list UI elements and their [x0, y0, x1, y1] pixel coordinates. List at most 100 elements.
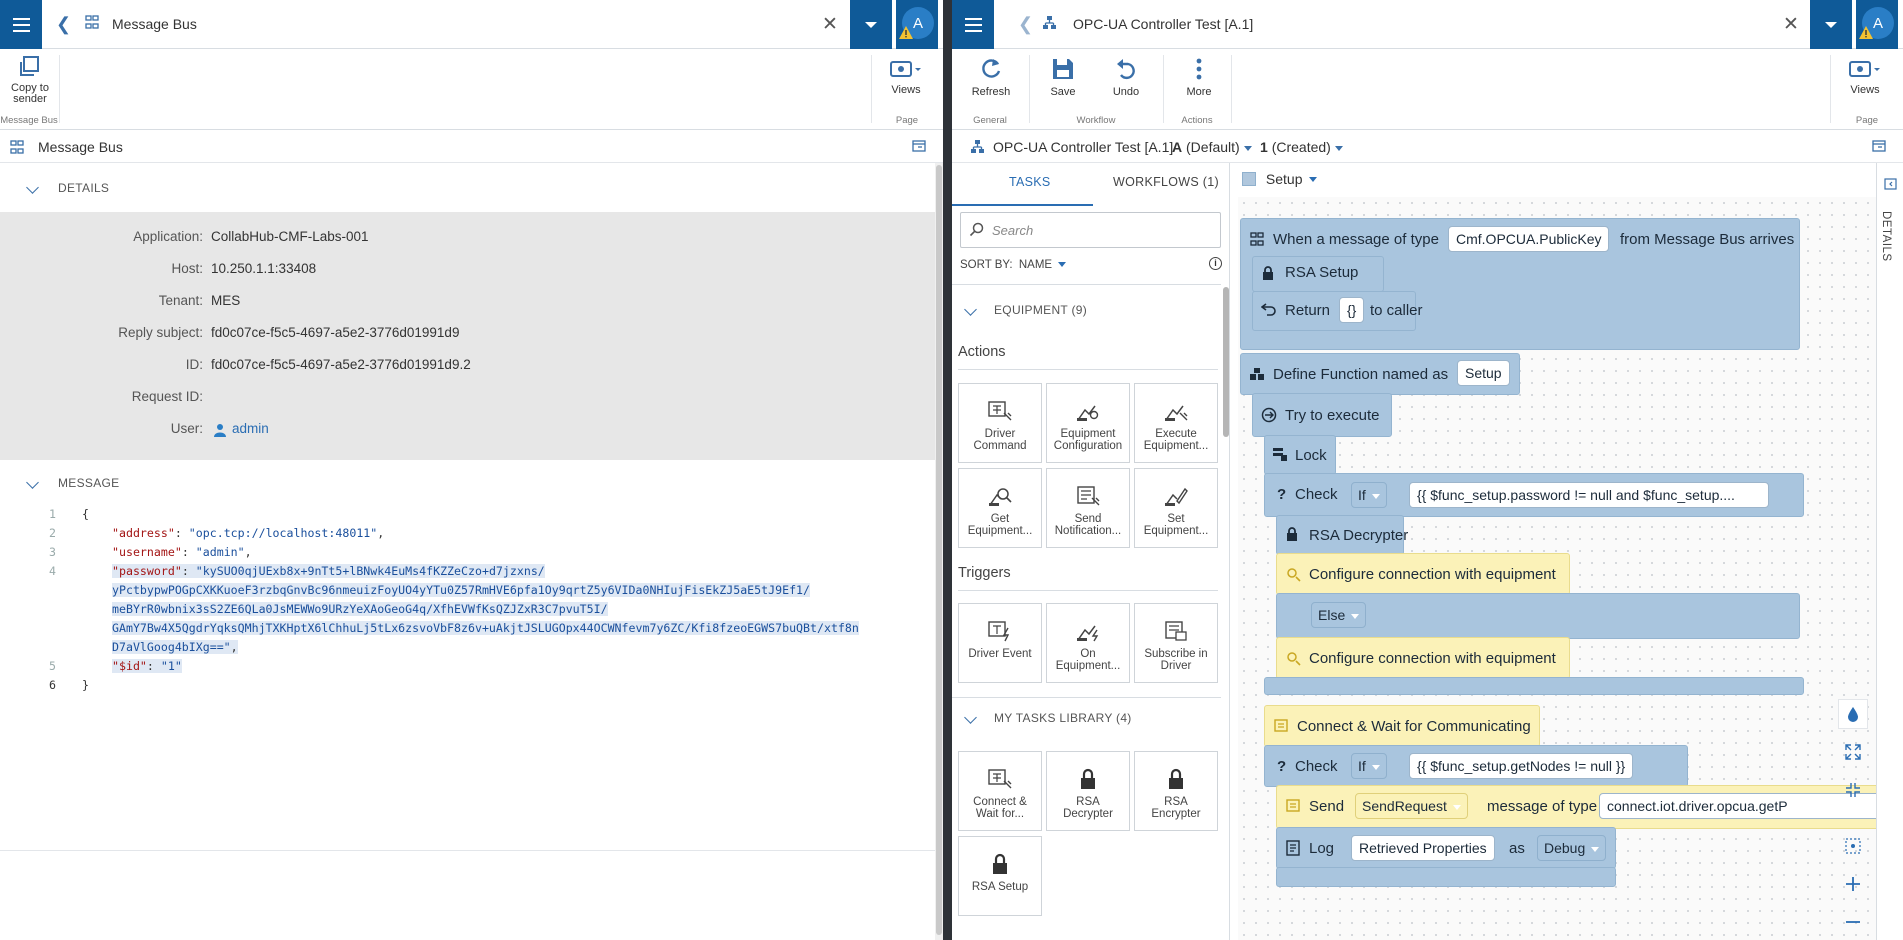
check-block-footer	[1264, 677, 1804, 695]
rsa-setup-block[interactable]: RSA Setup	[1252, 256, 1384, 292]
sidebar-scrollbar[interactable]	[1223, 287, 1229, 437]
workflow-canvas[interactable]: When a message of type Cmf.OPCUA.PublicK…	[1238, 197, 1876, 940]
task-tile-driver-event[interactable]: Driver Event	[958, 603, 1042, 683]
else-block[interactable]: Else	[1276, 593, 1800, 639]
expand-button[interactable]	[1838, 737, 1868, 767]
rsa-decrypter-block[interactable]: RSA Decrypter	[1276, 515, 1408, 555]
copy-to-sender-button[interactable]: Copy to sender	[0, 53, 60, 105]
close-icon[interactable]: ✕	[1783, 13, 1799, 36]
panel-toggle-icon[interactable]	[1884, 178, 1897, 193]
color-tool-button[interactable]	[1838, 699, 1868, 729]
function-name-field[interactable]: Setup	[1457, 360, 1510, 386]
block-text: Configure connection with equipment	[1309, 650, 1556, 667]
views-button[interactable]: Views	[876, 58, 936, 96]
task-tile-set-equipment[interactable]: Set Equipment...	[1134, 468, 1218, 548]
task-tile-subscribe-in-driver[interactable]: Subscribe in Driver	[1134, 603, 1218, 683]
condition-dropdown[interactable]: If	[1351, 482, 1387, 508]
lock-block[interactable]: Lock	[1264, 435, 1336, 475]
task-tile-rsa-encrypter[interactable]: RSA Encrypter	[1134, 751, 1218, 831]
details-rail[interactable]: DETAILS	[1876, 163, 1903, 940]
version-selector[interactable]: A (Default)	[1172, 139, 1252, 155]
ribbon-separator	[1830, 55, 1831, 123]
log-message-field[interactable]: Retrieved Properties	[1351, 835, 1495, 861]
check-block[interactable]: ? Check If {{ $func_setup.getNodes != nu…	[1264, 745, 1688, 787]
panel-toggle-icon[interactable]	[912, 140, 926, 155]
refresh-button[interactable]: Refresh	[961, 54, 1021, 98]
version-value: A	[1172, 139, 1183, 155]
log-level-dropdown[interactable]: Debug	[1537, 835, 1607, 861]
task-tile-equipment-configuration[interactable]: Equipment Configuration	[1046, 383, 1130, 463]
message-type-field[interactable]: Cmf.OPCUA.PublicKey	[1448, 226, 1610, 252]
task-tile-on-equipment[interactable]: On Equipment...	[1046, 603, 1130, 683]
ribbon-group-actions: Actions	[1181, 115, 1213, 126]
menu-icon[interactable]	[952, 0, 994, 49]
message-section-header[interactable]: MESSAGE	[0, 476, 300, 492]
back-icon[interactable]: ❮	[56, 14, 71, 35]
condition-expression-field[interactable]: {{ $func_setup.password != null and $fun…	[1409, 482, 1769, 508]
block-text: to caller	[1370, 302, 1423, 319]
details-section-header[interactable]: DETAILS	[0, 181, 300, 197]
get-equipment-icon	[989, 488, 1012, 506]
views-button[interactable]: Views	[1835, 58, 1895, 96]
condition-dropdown[interactable]: If	[1351, 753, 1387, 779]
else-dropdown[interactable]: Else	[1311, 602, 1367, 628]
zoom-in-button[interactable]	[1838, 869, 1868, 899]
code-string: "opc.tcp://localhost:48011"	[188, 526, 378, 540]
configure-connection-block[interactable]: Configure connection with equipment	[1276, 553, 1570, 595]
tile-label: Driver	[984, 428, 1016, 440]
task-tile-get-equipment[interactable]: Get Equipment...	[958, 468, 1042, 548]
task-tile-rsa-setup[interactable]: RSA Setup	[958, 836, 1042, 916]
tasks-library-section-header[interactable]: MY TASKS LIBRARY (4)	[952, 711, 1212, 727]
return-block[interactable]: Return {} to caller	[1252, 291, 1423, 331]
detail-row: ID: fd0c07ce-f5c5-4697-a5e2-3776d01991d9.…	[0, 357, 935, 377]
task-tile-send-notification[interactable]: Send Notification...	[1046, 468, 1130, 548]
check-block[interactable]: ? Check If {{ $func_setup.password != nu…	[1264, 473, 1804, 517]
send-mode-dropdown[interactable]: SendRequest	[1355, 793, 1468, 819]
collapse-button[interactable]	[1838, 775, 1868, 805]
back-icon[interactable]: ❮	[1018, 14, 1033, 35]
zoom-out-button[interactable]	[1838, 907, 1868, 937]
log-block[interactable]: Log Retrieved Properties as Debug	[1276, 827, 1616, 869]
menu-icon[interactable]	[0, 0, 42, 49]
left-scrollbar-thumb[interactable]	[936, 165, 942, 935]
undo-button[interactable]: Undo	[1096, 54, 1156, 98]
pane-dropdown-button[interactable]	[850, 0, 892, 49]
tab-workflows[interactable]: WORKFLOWS (1)	[1113, 175, 1219, 189]
task-tile-execute-equipment[interactable]: Execute Equipment...	[1134, 383, 1218, 463]
detail-value: fd0c07ce-f5c5-4697-a5e2-3776d01991d9	[211, 325, 460, 340]
tab-tasks[interactable]: TASKS	[1009, 175, 1051, 189]
search-input[interactable]: Search	[960, 212, 1221, 248]
task-tile-driver-command[interactable]: Driver Command	[958, 383, 1042, 463]
user-avatar[interactable]: A	[896, 0, 938, 49]
code-line: GAmY7Bw4X5QgdrYqksQMhjTXKHptX6lChhuLj5tL…	[0, 621, 935, 639]
chevron-down-icon	[26, 476, 39, 489]
page-selector[interactable]: Setup	[1242, 170, 1318, 190]
info-icon[interactable]: i	[1209, 257, 1222, 270]
save-button[interactable]: Save	[1033, 54, 1093, 98]
task-tile-connect-wait[interactable]: Connect & Wait for...	[958, 751, 1042, 831]
user-avatar[interactable]: A	[1856, 0, 1898, 49]
panel-toggle-icon[interactable]	[1872, 140, 1886, 155]
tile-label: Get	[990, 513, 1010, 525]
close-icon[interactable]: ✕	[822, 13, 838, 36]
pane-divider[interactable]	[943, 0, 952, 940]
block-text: Check	[1295, 486, 1338, 503]
fit-screen-button[interactable]	[1838, 831, 1868, 861]
return-value-field[interactable]: {}	[1339, 297, 1365, 323]
condition-expression-field[interactable]: {{ $func_setup.getNodes != null }}	[1409, 753, 1634, 779]
try-block[interactable]: Try to execute	[1252, 393, 1392, 437]
connect-wait-block[interactable]: Connect & Wait for Communicating	[1264, 705, 1540, 747]
configure-connection-block[interactable]: Configure connection with equipment	[1276, 637, 1570, 679]
sort-control[interactable]: SORT BY: NAME	[960, 259, 1067, 271]
equipment-section-header[interactable]: EQUIPMENT (9)	[952, 303, 1212, 319]
more-button[interactable]: More	[1169, 54, 1229, 98]
define-function-block[interactable]: Define Function named as Setup	[1240, 353, 1520, 395]
details-section-label: DETAILS	[58, 181, 110, 195]
user-link[interactable]: admin	[232, 421, 269, 436]
task-tile-rsa-decrypter[interactable]: RSA Decrypter	[1046, 751, 1130, 831]
revision-selector[interactable]: 1 (Created)	[1260, 139, 1343, 155]
send-request-block[interactable]: Send SendRequest message of type connect…	[1276, 785, 1876, 829]
message-type-field[interactable]: connect.iot.driver.opcua.getP	[1599, 793, 1876, 819]
pane-dropdown-button[interactable]	[1810, 0, 1852, 49]
lock-icon	[1169, 768, 1183, 789]
